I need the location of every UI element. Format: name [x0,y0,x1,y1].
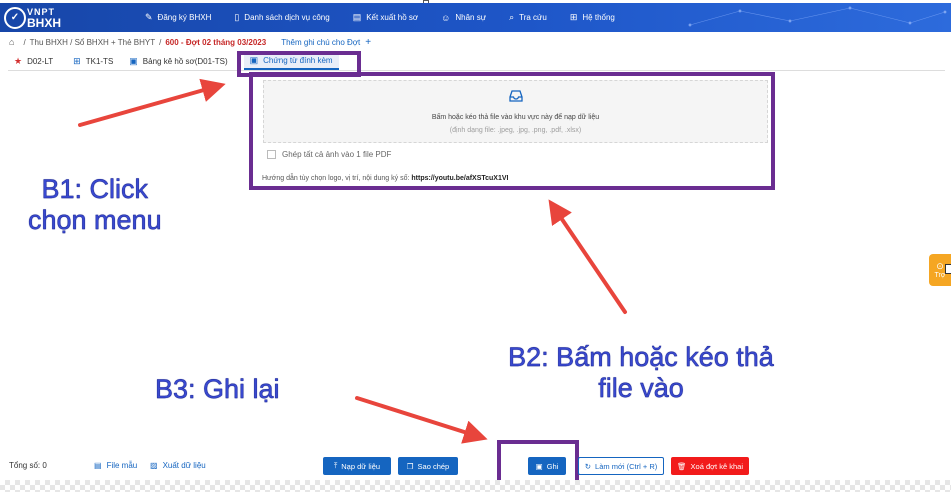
tab-d02-lt[interactable]: ★ D02-LT [8,52,59,70]
nav-he-thong[interactable]: ⊞ Hệ thống [570,12,615,23]
nav-danh-sach-dich-vu-cong[interactable]: ▯ Danh sách dịch vụ công [234,12,329,23]
grid-icon: ⊞ [569,12,578,22]
save-icon: ▣ [535,461,543,471]
arrow-to-save [355,396,488,444]
add-note-plus-icon[interactable]: + [365,37,371,48]
arrow-to-upload [548,199,627,314]
upload-formats: (định dạng file: .jpeg, .jpg, .png, .pdf… [449,127,582,134]
export-data-link[interactable]: ▨ Xuất dữ liệu [150,461,206,470]
refresh-label: Làm mới (Ctrl + R) [595,461,658,471]
guide-text: Hướng dẫn tùy chọn logo, vị trí, nội dun… [262,175,410,182]
tab-bar: ★ D02-LT ⊞ TK1-TS ▣ Bảng kê hồ sơ(D01-TS… [8,52,945,71]
nav-label: Tra cứu [519,13,547,22]
tab-label: TK1-TS [85,56,114,66]
navbar-decoration [688,6,947,27]
help-icon: ⊙ [936,261,944,271]
instruction-b2-line2: file vào [598,373,684,403]
copy-button[interactable]: ❐ Sao chép [398,457,458,475]
add-note-link[interactable]: Thêm ghi chú cho Đợt [281,38,360,47]
nav-label: Kết xuất hồ sơ [366,13,419,22]
tab-chung-tu-dinh-kem[interactable]: ▣ Chứng từ đính kèm [243,52,339,70]
file-template-label: File mẫu [106,461,138,470]
nav-dang-ky-bhxh[interactable]: ✎ Đăng ký BHXH [145,12,211,23]
merge-pdf-option[interactable]: Ghép tất cả ảnh vào 1 file PDF [267,150,391,159]
report-icon: ▤ [352,12,362,22]
nav-nhan-su[interactable]: ☺ Nhân sự [441,13,486,23]
instruction-b1-line1: B1: Click [41,174,149,204]
breadcrumb-current: 600 - Đợt 02 tháng 03/2023 [165,37,267,47]
instruction-b1-line2: chọn menu [28,205,162,235]
delete-batch-label: Xoá đợt kê khai [690,461,743,471]
bottom-toolbar: Tổng số: 0 ▤ File mẫu ▨ Xuất dữ liệu ⤒ N… [0,456,951,478]
merge-pdf-label: Ghép tất cả ảnh vào 1 file PDF [282,150,392,159]
tab-label: D02-LT [27,56,54,66]
copy-icon: ❐ [406,461,414,471]
instruction-b2: B2: Bấm hoặc kéo thả file vào [474,342,808,404]
guide-link[interactable]: https://youtu.be/afXSTcuX1VI [411,175,508,182]
pencil-icon: ✎ [145,12,153,22]
nav-label: Nhân sự [455,13,487,22]
save-button[interactable]: ▣ Ghi [528,457,566,475]
main-nav: ✎ Đăng ký BHXH ▯ Danh sách dịch vụ công … [145,3,638,32]
tab-bang-ke-ho-so[interactable]: ▣ Bảng kê hồ sơ(D01-TS) [123,52,233,70]
tab-tk1-ts[interactable]: ⊞ TK1-TS [67,52,119,70]
breadcrumb-separator: / [23,37,26,47]
import-data-label: Nạp dữ liệu [341,461,381,471]
refresh-icon: ↻ [584,461,592,471]
logo-emblem-icon: ✓ [4,6,26,29]
logo-text: VNPT BHXH [27,7,61,29]
list-icon: ▣ [129,55,138,66]
star-icon: ★ [14,55,23,66]
instruction-b1: B1: Click chọn menu [28,174,162,236]
help-widget-label: Trợ [934,272,946,279]
instruction-b3-text: B3: Ghi lại [155,374,280,404]
nav-label: Hệ thống [582,13,615,22]
export-data-label: Xuất dữ liệu [162,461,206,470]
home-icon[interactable]: ⌂ [9,37,14,47]
tab-label: Chứng từ đính kèm [263,55,333,65]
edge-marker [945,264,951,274]
breadcrumb-separator: / [159,37,162,47]
trash-icon: 🗑 [677,461,687,471]
upload-icon: ⤒ [333,461,338,470]
merge-pdf-checkbox[interactable] [267,150,276,159]
transparent-background-strip [0,480,951,492]
total-count: Tổng số: 0 [9,461,47,470]
copy-label: Sao chép [417,461,450,471]
logo-line-2: BHXH [27,15,62,30]
top-navbar: ✓ VNPT BHXH ✎ Đăng ký BHXH ▯ Danh sách d… [0,3,951,32]
breadcrumb: ⌂ / Thu BHXH / Sổ BHXH + Thẻ BHYT / 600 … [9,36,371,48]
save-label: Ghi [546,461,559,471]
nav-ket-xuat-ho-so[interactable]: ▤ Kết xuất hồ sơ [353,12,418,23]
import-data-button[interactable]: ⤒ Nạp dữ liệu [323,457,391,475]
vnpt-bhxh-logo[interactable]: ✓ VNPT BHXH [4,3,64,32]
signing-guide: Hướng dẫn tùy chọn logo, vị trí, nội dun… [262,175,508,182]
breadcrumb-path[interactable]: Thu BHXH / Sổ BHXH + Thẻ BHYT [30,38,155,47]
file-icon: ▤ [94,461,102,470]
table-icon: ⊞ [73,55,81,66]
upload-instruction: Bấm hoặc kéo thả file vào khu vực này để… [431,114,600,121]
instruction-b2-line1: B2: Bấm hoặc kéo thả [508,342,774,372]
export-icon: ▨ [150,461,158,470]
nav-label: Đăng ký BHXH [157,13,212,22]
inbox-icon [508,90,523,102]
instruction-b3: B3: Ghi lại [155,374,280,405]
refresh-button[interactable]: ↻ Làm mới (Ctrl + R) [578,457,664,475]
nav-label: Danh sách dịch vụ công [244,13,330,22]
document-icon: ▯ [234,12,240,22]
nav-tra-cuu[interactable]: ⌕ Tra cứu [509,12,547,23]
arrow-to-tab [78,78,226,127]
tab-label: Bảng kê hồ sơ(D01-TS) [142,56,228,66]
attachment-icon: ▣ [249,54,259,65]
arrow-overlay [78,78,627,444]
delete-batch-button[interactable]: 🗑 Xoá đợt kê khai [671,457,749,475]
upload-dropzone[interactable]: Bấm hoặc kéo thả file vào khu vực này để… [263,80,768,143]
users-icon: ☺ [441,12,451,23]
file-template-link[interactable]: ▤ File mẫu [94,461,137,470]
search-icon: ⌕ [509,12,515,22]
